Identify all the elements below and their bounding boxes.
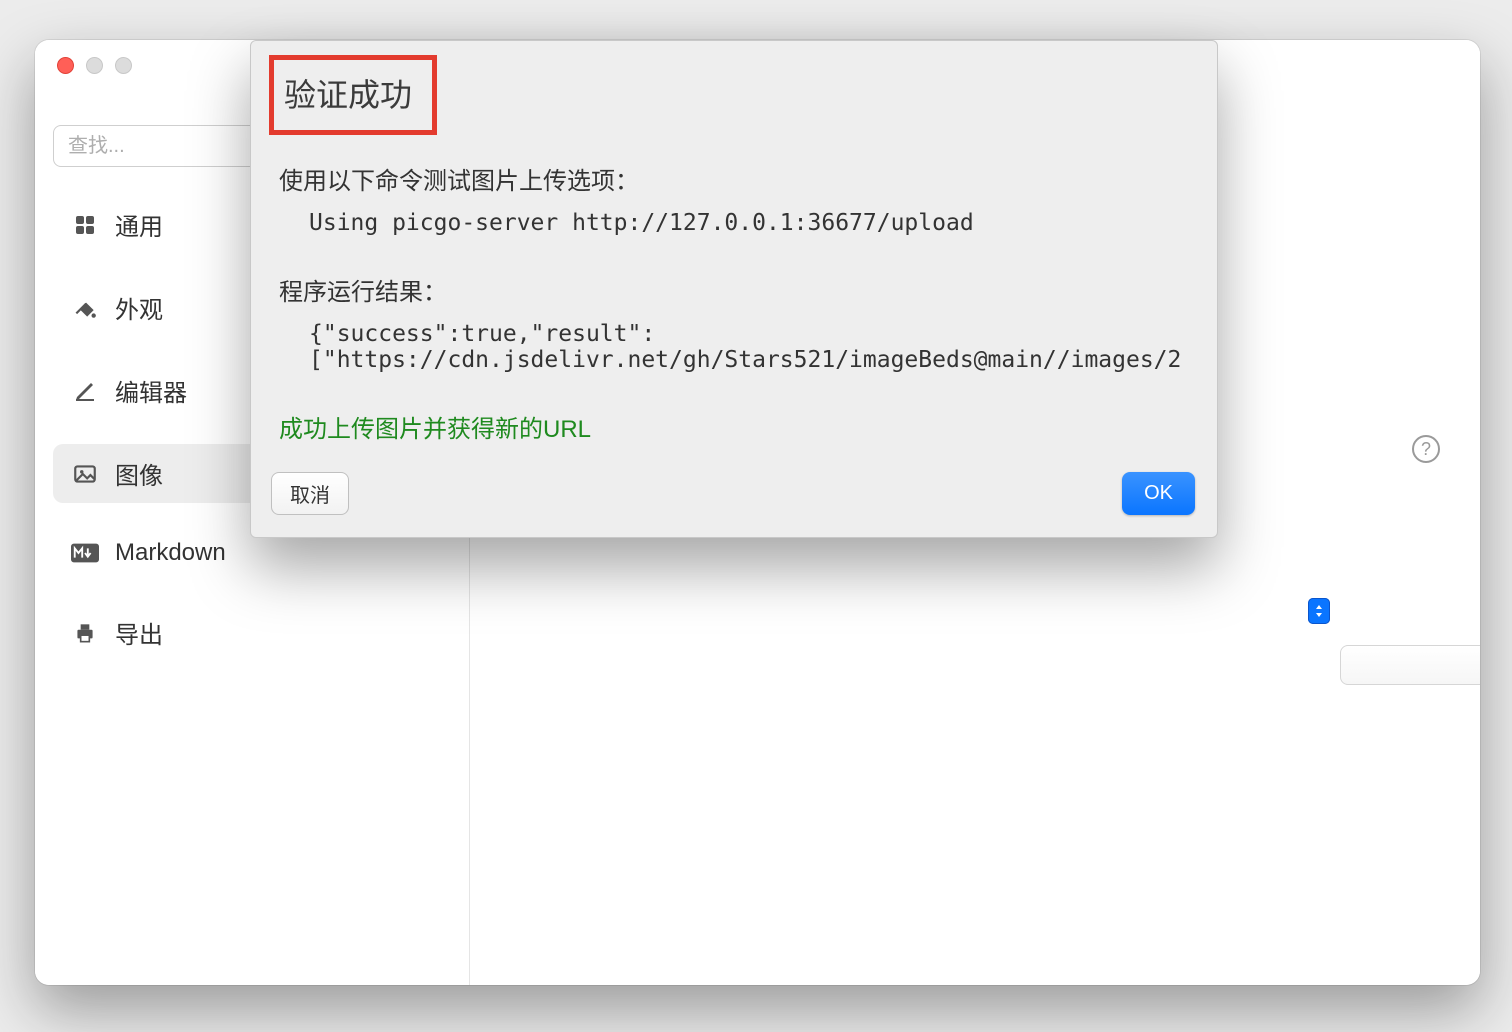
minimize-window-button[interactable]	[86, 57, 103, 74]
help-icon[interactable]: ?	[1412, 435, 1440, 463]
grid-icon	[71, 211, 99, 239]
validation-result-dialog: 验证成功 使用以下命令测试图片上传选项： Using picgo-server …	[250, 40, 1218, 538]
cancel-button[interactable]: 取消	[271, 472, 349, 515]
sidebar-item-label: 编辑器	[115, 373, 187, 408]
dropdown-arrows-icon[interactable]	[1308, 598, 1330, 624]
sidebar-item-label: 通用	[115, 207, 163, 242]
close-window-button[interactable]	[57, 57, 74, 74]
image-icon	[71, 460, 99, 488]
dialog-title-highlighted: 验证成功	[269, 55, 437, 135]
obscured-button-outline	[1340, 645, 1480, 685]
dialog-success-message: 成功上传图片并获得新的URL	[279, 409, 1189, 444]
zoom-window-button[interactable]	[115, 57, 132, 74]
print-icon	[71, 619, 99, 647]
sidebar-item-export[interactable]: 导出	[53, 603, 451, 662]
dialog-result-json: {"success":true,"result": ["https://cdn.…	[279, 321, 1189, 373]
sidebar-item-label: 图像	[115, 456, 163, 491]
dialog-result-label: 程序运行结果：	[279, 272, 1189, 307]
markdown-icon	[71, 539, 99, 567]
dialog-command-text: Using picgo-server http://127.0.0.1:3667…	[279, 210, 1189, 236]
sidebar-item-label: Markdown	[115, 539, 226, 567]
paint-bucket-icon	[71, 294, 99, 322]
pencil-icon	[71, 377, 99, 405]
sidebar-item-label: 导出	[115, 615, 163, 650]
ok-button[interactable]: OK	[1122, 472, 1195, 515]
sidebar-item-label: 外观	[115, 290, 163, 325]
dialog-test-command-label: 使用以下命令测试图片上传选项：	[279, 161, 1189, 196]
